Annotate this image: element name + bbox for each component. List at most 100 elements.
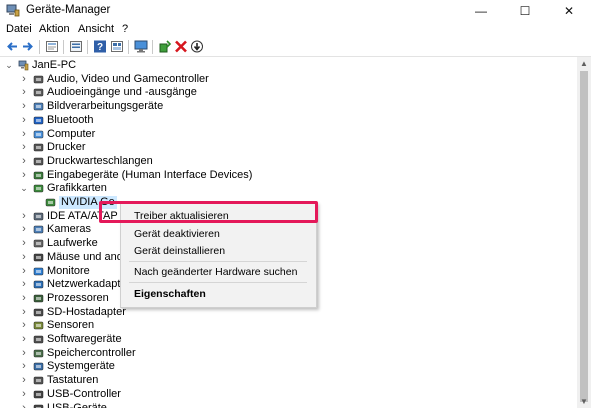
help-icon[interactable]: ? xyxy=(93,40,107,53)
camera-icon xyxy=(33,102,44,111)
tree-item-label: Bluetooth xyxy=(47,113,94,126)
vertical-scrollbar[interactable]: ▲ ▼ xyxy=(577,57,591,408)
printer-icon xyxy=(33,157,44,166)
tree-item-label: Kameras xyxy=(47,223,92,236)
computer-icon xyxy=(18,60,29,71)
view-icon[interactable] xyxy=(110,40,124,53)
chevron-right-icon[interactable]: › xyxy=(20,333,28,346)
monitor-icon[interactable] xyxy=(134,40,148,53)
chevron-right-icon[interactable]: › xyxy=(20,86,28,99)
chevron-right-icon[interactable]: › xyxy=(20,100,28,113)
speaker-icon xyxy=(33,89,44,97)
drive-icon xyxy=(33,239,44,248)
chevron-right-icon[interactable]: › xyxy=(20,360,28,373)
chevron-right-icon[interactable]: › xyxy=(20,388,28,401)
menu-aktion[interactable]: Aktion xyxy=(39,23,70,35)
menu-item-scan-hardware[interactable]: Nach geänderter Hardware suchen xyxy=(134,266,297,278)
bluetooth-icon xyxy=(33,116,44,125)
tree-item-label: Monitore xyxy=(47,264,90,277)
speaker-icon xyxy=(33,75,44,83)
maximize-button[interactable]: ☐ xyxy=(503,0,547,22)
chevron-right-icon[interactable]: › xyxy=(20,210,28,223)
tree-root-label: JanE-PC xyxy=(32,59,77,71)
list-icon[interactable] xyxy=(69,40,83,53)
tree-item-label: Bildverarbeitungsgeräte xyxy=(47,100,164,113)
menu-datei[interactable]: Datei xyxy=(6,23,32,35)
chevron-right-icon[interactable]: › xyxy=(20,319,28,332)
window-title: Geräte-Manager xyxy=(26,4,111,16)
menu-help[interactable]: ? xyxy=(122,23,128,35)
storage-controller-icon xyxy=(33,349,44,357)
toolbar-separator xyxy=(128,40,129,54)
chevron-right-icon[interactable]: › xyxy=(20,402,28,408)
minimize-button[interactable]: — xyxy=(459,0,503,22)
back-icon[interactable] xyxy=(5,40,19,53)
tree-item-label: Prozessoren xyxy=(47,291,109,304)
processor-icon xyxy=(33,294,44,303)
tree-item-label: Grafikkarten xyxy=(47,182,107,195)
forward-icon[interactable] xyxy=(21,40,35,53)
chevron-right-icon[interactable]: › xyxy=(20,223,28,236)
chevron-down-icon[interactable]: ⌄ xyxy=(5,59,13,72)
camera-icon xyxy=(33,226,44,234)
chevron-right-icon[interactable]: › xyxy=(20,237,28,250)
chevron-right-icon[interactable]: › xyxy=(20,265,28,278)
tree-item-label: Speichercontroller xyxy=(47,346,136,359)
menu-item-properties[interactable]: Eigenschaften xyxy=(134,288,206,300)
tree-item-label: Softwaregeräte xyxy=(47,333,122,345)
uninstall-icon[interactable] xyxy=(174,40,188,53)
chevron-right-icon[interactable]: › xyxy=(20,251,28,264)
tree-item-label: Mäuse und and xyxy=(47,250,123,263)
tree-root[interactable]: ⌄ JanE-PC xyxy=(0,59,300,72)
tree-item-label: Systemgeräte xyxy=(47,360,115,373)
chevron-down-icon[interactable]: ⌄ xyxy=(20,182,28,195)
tree-item-label: Drucker xyxy=(47,141,86,154)
toolbar-separator xyxy=(152,40,153,54)
keyboard-icon xyxy=(33,376,44,385)
tree-item-label: Audio, Video und Gamecontroller xyxy=(47,72,209,85)
chevron-right-icon[interactable]: › xyxy=(20,292,28,305)
chevron-right-icon[interactable]: › xyxy=(20,155,28,168)
chevron-right-icon[interactable]: › xyxy=(20,347,28,360)
menu-ansicht[interactable]: Ansicht xyxy=(78,23,114,35)
usb-icon xyxy=(33,390,44,399)
chevron-right-icon[interactable]: › xyxy=(20,128,28,141)
toolbar: ? xyxy=(0,38,591,57)
tree-item-label: Eingabegeräte (Human Interface Devices) xyxy=(47,168,253,181)
sd-card-icon xyxy=(33,308,44,316)
toolbar-separator xyxy=(63,40,64,54)
display-adapter-icon xyxy=(45,198,56,207)
menu-separator xyxy=(129,261,307,262)
scroll-up-arrow-icon[interactable]: ▲ xyxy=(577,58,591,70)
properties-icon[interactable] xyxy=(45,40,59,53)
chevron-right-icon[interactable]: › xyxy=(20,73,28,86)
computer-icon xyxy=(33,130,44,138)
tree-item-label: Tastaturen xyxy=(47,374,99,387)
chevron-right-icon[interactable]: › xyxy=(20,169,28,182)
device-manager-icon xyxy=(6,4,20,17)
highlight-annotation xyxy=(99,201,318,223)
close-button[interactable]: ✕ xyxy=(547,0,591,22)
menu-item-disable-device[interactable]: Gerät deaktivieren xyxy=(134,228,220,240)
update-driver-icon[interactable] xyxy=(190,40,204,53)
scrollbar-thumb[interactable] xyxy=(580,71,588,402)
tree-item-label: USB-Geräte xyxy=(47,401,107,408)
chevron-right-icon[interactable]: › xyxy=(20,374,28,387)
chevron-right-icon[interactable]: › xyxy=(20,114,28,127)
sensor-icon xyxy=(33,322,44,330)
chevron-right-icon[interactable]: › xyxy=(20,141,28,154)
hid-icon xyxy=(33,171,44,179)
software-device-icon xyxy=(33,335,44,344)
menu-item-uninstall-device[interactable]: Gerät deinstallieren xyxy=(134,245,225,257)
tree-item-label: Druckwarteschlangen xyxy=(47,154,153,167)
chevron-right-icon[interactable]: › xyxy=(20,306,28,319)
scroll-down-arrow-icon[interactable]: ▼ xyxy=(577,396,591,408)
system-device-icon xyxy=(33,363,44,371)
tree-item-label: Computer xyxy=(47,127,96,140)
chevron-right-icon[interactable]: › xyxy=(20,278,28,291)
enable-driver-icon[interactable] xyxy=(158,40,172,53)
toolbar-separator xyxy=(39,40,40,54)
mouse-icon xyxy=(33,253,44,262)
ide-icon xyxy=(33,212,44,220)
title-bar: Geräte-Manager — ☐ ✕ xyxy=(0,0,591,22)
